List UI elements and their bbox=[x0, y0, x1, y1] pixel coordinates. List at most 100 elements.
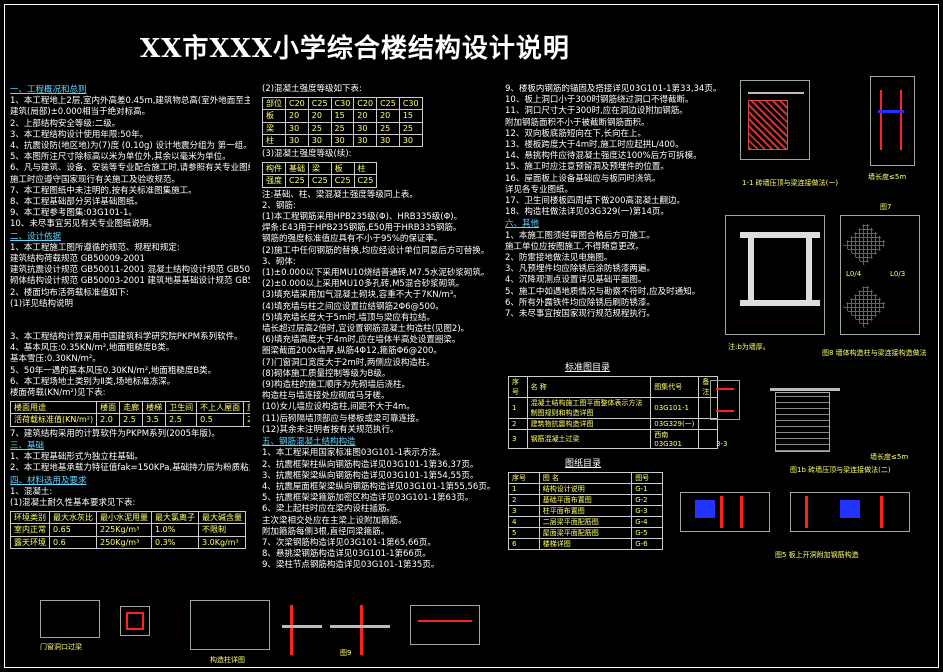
table-cell: 3.0Kg/m³ bbox=[198, 535, 246, 549]
caption-1-1: 1-1 砖墙压顶与梁连接做法(一) bbox=[742, 179, 839, 187]
note-line: 14、悬挑构件应待混凝土强度达100%后方可拆模。 bbox=[505, 151, 702, 162]
table-cell: G-4 bbox=[631, 516, 663, 528]
table-cell: 5 bbox=[508, 527, 540, 539]
note-line: 1、本工程施工图所遵循的规范、规程和规定: bbox=[10, 242, 180, 253]
table-cell: 部位 bbox=[262, 97, 286, 111]
table-cell: 20 bbox=[376, 109, 400, 123]
table-cell: 30 bbox=[353, 121, 378, 135]
detail-lintel bbox=[40, 600, 100, 638]
note-line: 6、本工程场地土类别为Ⅱ类,场地标准冻深。 bbox=[10, 376, 176, 387]
detail-opening-column-left bbox=[748, 238, 754, 300]
table-cell: 1 bbox=[508, 397, 528, 419]
note-line: 6、凡与建筑、设备、安装等专业配合施工时,请参照有关专业图纸。 bbox=[10, 163, 250, 174]
note-line: 3、本工程结构计算采用中国建筑科学研究院PKPM系列软件。 bbox=[10, 332, 243, 343]
note-line: (1)混凝土耐久性基本要求见下表: bbox=[10, 497, 136, 508]
note-line: 建筑(局部)±0.000相当于绝对标高。 bbox=[10, 107, 151, 118]
table-cell: G-5 bbox=[631, 527, 663, 539]
table-cell: 施工荷载 bbox=[243, 401, 250, 415]
table-cell: C25 bbox=[308, 174, 332, 188]
note-line: 2、钢筋: bbox=[262, 200, 296, 211]
table-cell: G-6 bbox=[631, 538, 663, 550]
detail-bottom-beam-2 bbox=[330, 625, 390, 628]
detail-opening-column-right bbox=[806, 238, 812, 300]
note-line: 楼面荷载(KN/m²)见下表: bbox=[10, 388, 106, 399]
table-row: 3 钢筋混凝土过梁 西南03G301 bbox=[508, 429, 718, 449]
section-heading: 三、基础 bbox=[10, 440, 45, 451]
detail-3-3-rebar-top bbox=[716, 388, 734, 390]
note-line: 9、楼板内钢筋的锚固及搭接详见03G101-1第33,34页。 bbox=[505, 84, 720, 94]
table-cell: 柱 bbox=[353, 162, 378, 176]
table-cell: 20 bbox=[353, 109, 378, 123]
table-cell: 3 bbox=[508, 429, 528, 449]
caption-wall-length-2: 墙长度≤5m bbox=[870, 453, 909, 461]
note-line: (8)砌体施工质量控制等级为B级。 bbox=[262, 368, 391, 379]
standard-atlas-title: 标准图目录 bbox=[565, 363, 611, 373]
note-line: 3、砌体: bbox=[262, 256, 296, 267]
note-line: 砌体结构设计规范 GB50003-2001 建筑地基基础设计规范 GB50007… bbox=[10, 276, 250, 287]
note-line: (1)±0.000以下采用MU10烧结普通砖,M7.5水泥砂浆砌筑。 bbox=[262, 268, 490, 279]
table-cell: 最大碱含量 bbox=[198, 511, 246, 525]
table-cell: G-2 bbox=[631, 494, 663, 506]
section-heading: 四、材料选用及要求 bbox=[10, 475, 87, 486]
note-line: 建筑结构荷载规范 GB50009-2001 bbox=[10, 254, 145, 265]
table-cell: 2 bbox=[508, 418, 528, 430]
detail-slab-opening-hole bbox=[695, 500, 715, 518]
table-cell: C20 bbox=[285, 97, 309, 111]
detail-bottom-right bbox=[410, 605, 480, 645]
table-cell: 钢筋混凝土过梁 bbox=[526, 429, 652, 449]
note-line: 施工单位应按图施工,不得随意更改。 bbox=[505, 241, 644, 252]
note-line: 1、本施工图须经审图合格后方可施工。 bbox=[505, 230, 655, 241]
table-cell: 2.0 bbox=[243, 413, 250, 427]
note-line: 建筑抗震设计规范 GB50011-2001 混凝土结构设计规范 GB50010-… bbox=[10, 265, 250, 276]
table-cell: 250Kg/m³ bbox=[96, 535, 152, 549]
table-row: 1 混凝土结构施工图平面整体表示方法制图规则和构造详图 03G101-1 bbox=[508, 397, 718, 419]
table-cell: 最小水泥用量 bbox=[96, 511, 152, 525]
note-line: 2、本工程地基承载力特征值fak=150KPa,基础持力层为粉质粘土层。 bbox=[10, 463, 250, 474]
caption-figure-8: 图8 墙体构造柱与梁连接构造做法 bbox=[822, 349, 927, 357]
table-cell: 卫生间 bbox=[165, 401, 198, 415]
note-line: 附加箍筋每侧3根,直径同梁箍筋。 bbox=[262, 526, 390, 537]
table-cell: 0.65 bbox=[49, 523, 97, 537]
table-cell: 板 bbox=[262, 109, 286, 123]
caption-l0-4: L0/4 bbox=[846, 270, 862, 278]
table-cell: 30 bbox=[330, 133, 355, 148]
notes-column-1: 一、工程概况和总则 1、本工程地上2层,室内外高差0.45m,建筑物总高(室外地面… bbox=[10, 84, 250, 551]
table-cell: C25 bbox=[353, 174, 378, 188]
table-header-row: 部位 C20 C25 C30 C20 C25 C30 bbox=[262, 97, 423, 111]
table-cell: 30 bbox=[398, 133, 423, 148]
detail-3-3 bbox=[710, 380, 740, 420]
caption-3-3: 3-3 bbox=[716, 440, 728, 448]
table-cell: 构件 bbox=[262, 162, 286, 176]
table-cell: 0.5 bbox=[196, 413, 245, 427]
caption-figure-9: 图9 bbox=[340, 649, 352, 657]
section-heading: 六、其他 bbox=[505, 219, 540, 230]
detail-masonry-cap bbox=[770, 388, 840, 391]
table-cell: 楼面用途 bbox=[10, 401, 98, 415]
table-cell: C25 bbox=[330, 174, 355, 188]
table-header-row: 序号名 称图集代号 备注 bbox=[508, 376, 718, 398]
note-line: 9、本工程参考图集:03G101-1。 bbox=[10, 208, 137, 219]
note-line: 墙长超过层高2倍时,宜设置钢筋混凝土构造柱(见图2)。 bbox=[262, 324, 470, 335]
table-cell: 30 bbox=[376, 133, 400, 148]
note-line: 5、施工中如遇地质情况与勘察不符时,应及时通知。 bbox=[505, 286, 701, 297]
table-cell: 4 bbox=[508, 516, 540, 528]
detail-wall-section bbox=[870, 76, 915, 166]
detail-3-3-rebar-bottom bbox=[716, 410, 734, 412]
table-cell bbox=[698, 418, 718, 430]
table3-table: 部位 C20 C25 C30 C20 C25 C30 板 20 20 15 20 20 15 梁 30 25 25… bbox=[262, 97, 423, 148]
detail-bottom-right-rebar bbox=[418, 620, 472, 622]
note-line: 主次梁相交处应在主梁上设附加箍筋。 bbox=[262, 515, 407, 526]
section-heading: 五、钢筋混凝土结构构造 bbox=[262, 437, 356, 448]
table-cell: C25 bbox=[376, 97, 400, 111]
note-line: 18、构造柱做法详见03G329(一)第14页。 bbox=[505, 207, 669, 218]
table-cell: 25 bbox=[376, 121, 400, 135]
table-cell: 西南03G301 bbox=[650, 429, 700, 449]
detail-slab-rebar-2 bbox=[740, 496, 743, 528]
table-cell: 15 bbox=[398, 109, 423, 123]
note-line: (1)本工程钢筋采用HPB235级(Φ)、HRB335级(Φ)。 bbox=[262, 212, 463, 223]
note-line: (11)后砌隔墙顶部应与楼板或梁可靠连接。 bbox=[262, 413, 424, 424]
table2-table: 环境类别 最大水灰比 最小水泥用量 最大氯离子 最大碱含量 室内正常 0.65 225Kg/m… bbox=[10, 511, 246, 549]
table-header-row: 楼面用途楼面走廊楼梯卫生间不上人屋面施工荷载 bbox=[10, 401, 250, 415]
caption-wall-length-1: 墙长度≤5m bbox=[868, 173, 907, 181]
note-line: 6、梁上起柱时应在梁内设柱插筋。 bbox=[262, 504, 395, 515]
